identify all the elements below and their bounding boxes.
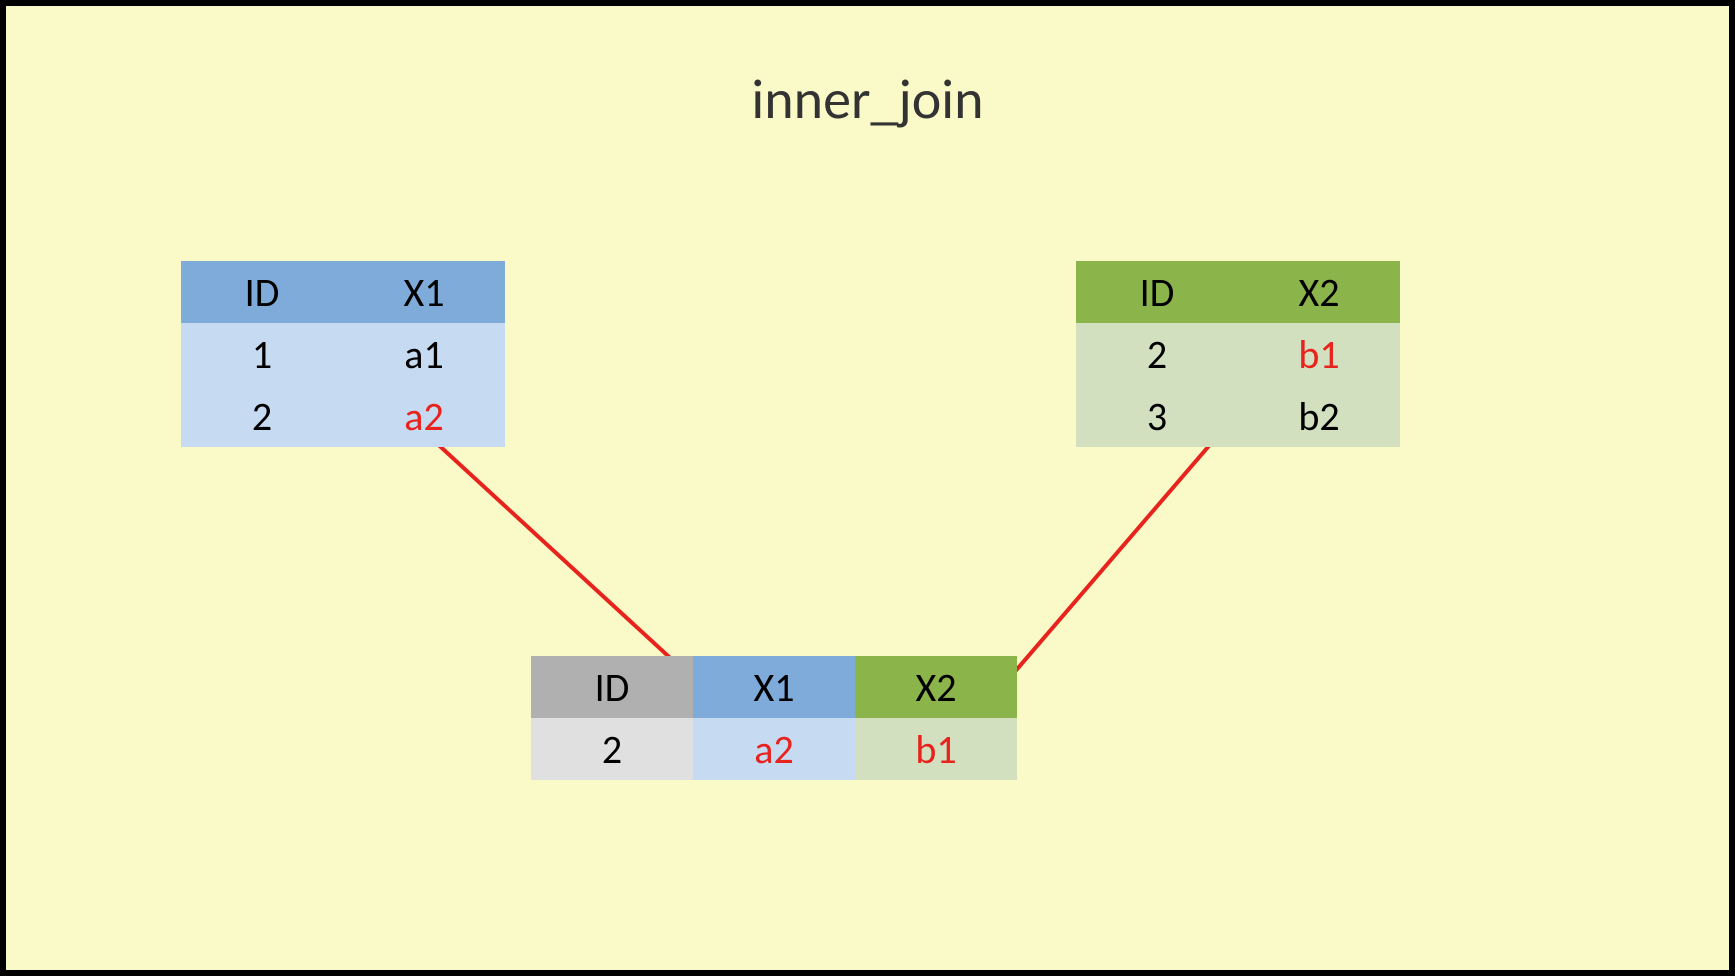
left-cell-x: a1 — [343, 323, 505, 385]
right-cell-id: 2 — [1076, 323, 1238, 385]
left-cell-id: 2 — [181, 385, 343, 447]
left-header-x1: X1 — [343, 261, 505, 323]
left-cell-id: 1 — [181, 323, 343, 385]
table-row: 3 b2 — [1076, 385, 1400, 447]
diagram-title: inner_join — [6, 66, 1729, 134]
right-cell-x: b2 — [1238, 385, 1400, 447]
result-header-id: ID — [531, 656, 693, 718]
result-cell-id: 2 — [531, 718, 693, 780]
table-header-row: ID X2 — [1076, 261, 1400, 323]
left-table: ID X1 1 a1 2 a2 — [181, 261, 505, 447]
right-header-id: ID — [1076, 261, 1238, 323]
result-header-x2: X2 — [855, 656, 1017, 718]
right-header-x2: X2 — [1238, 261, 1400, 323]
table-header-row: ID X1 — [181, 261, 505, 323]
table-row: 2 b1 — [1076, 323, 1400, 385]
right-table: ID X2 2 b1 3 b2 — [1076, 261, 1400, 447]
right-cell-id: 3 — [1076, 385, 1238, 447]
connector-lines — [6, 6, 1729, 970]
result-header-x1: X1 — [693, 656, 855, 718]
result-table: ID X1 X2 2 a2 b1 — [531, 656, 1017, 780]
result-cell-x1: a2 — [693, 718, 855, 780]
diagram-canvas: inner_join ID X1 1 a1 2 a2 ID X2 2 b1 3 … — [0, 0, 1735, 976]
table-row: 2 a2 — [181, 385, 505, 447]
table-row: 2 a2 b1 — [531, 718, 1017, 780]
table-row: 1 a1 — [181, 323, 505, 385]
result-cell-x2: b1 — [855, 718, 1017, 780]
left-cell-x-highlight: a2 — [343, 385, 505, 447]
table-header-row: ID X1 X2 — [531, 656, 1017, 718]
left-header-id: ID — [181, 261, 343, 323]
right-cell-x-highlight: b1 — [1238, 323, 1400, 385]
